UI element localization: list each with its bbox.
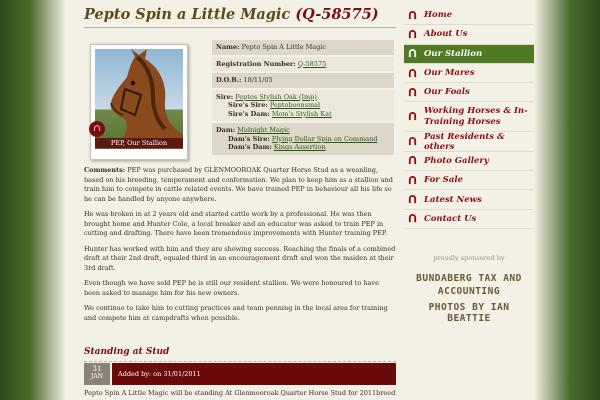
sponsor-box: proudly sponsored by BUNDABERG TAX AND A… [404, 254, 534, 324]
comments-section: Comments: PEP was purchased by GLENMOORO… [84, 166, 396, 329]
photo-credit: PHOTOS BY IAN BEATTIE [428, 302, 510, 324]
horseshoe-icon [408, 137, 417, 146]
nav-item-past-residents[interactable]: Past Residents & others [404, 131, 534, 152]
nav-label: Our Mares [424, 68, 475, 79]
dam-dam-label: Dam's Dam: [228, 143, 272, 151]
detail-dam: Dam: Midnight Magic Dam's Sire: Flying D… [212, 123, 394, 155]
nav-item-our-foals[interactable]: Our Foals [404, 83, 534, 103]
sidebar: Home About Us Our Stallion Our Mares Our… [404, 6, 534, 324]
comments-paragraph: Even though we have sold PEP he is still… [84, 279, 379, 297]
sponsor-caption: proudly sponsored by [433, 254, 505, 262]
nav-item-for-sale[interactable]: For Sale [404, 171, 534, 191]
dam-dam-link[interactable]: Kings Assertion [274, 143, 326, 151]
nav-item-working-horses[interactable]: Working Horses & In-Training Horses [404, 102, 534, 133]
horseshoe-badge-icon: ∩ [89, 121, 105, 137]
main-content: Pepto Spin a Little Magic (Q-58575) PEP,… [84, 0, 396, 400]
dam-sire-label: Dam's Sire: [228, 134, 270, 143]
nav-item-latest-news[interactable]: Latest News [404, 190, 534, 210]
name-label: Name: [216, 43, 240, 51]
horseshoe-icon [408, 175, 417, 184]
horse-head-illustration [110, 49, 183, 149]
sire-sire-label: Sire's Sire: [228, 101, 268, 109]
dob-value: 18/11/05 [243, 76, 273, 84]
sire-sire-link[interactable]: Peptoboonsmal [270, 101, 320, 109]
dam-link[interactable]: Midnight Magic [237, 126, 290, 134]
registration-label: Registration Number: [216, 59, 296, 68]
horse-details: Name: Pepto Spin A Little Magic Registra… [212, 40, 394, 157]
comments-paragraph: He was broken in at 2 years old and star… [84, 210, 388, 237]
dam-label: Dam: [216, 126, 236, 134]
title-divider [84, 27, 396, 28]
sire-link[interactable]: Peptos Stylish Oak (Imp) [235, 93, 317, 101]
horseshoe-icon [408, 30, 417, 39]
date-month: JAN [91, 373, 103, 380]
name-value: Pepto Spin A Little Magic [241, 43, 327, 51]
page: Pepto Spin a Little Magic (Q-58575) PEP,… [66, 0, 534, 400]
nav-item-our-mares[interactable]: Our Mares [404, 64, 534, 84]
sponsor-name[interactable]: BUNDABERG TAX AND ACCOUNTING [404, 272, 534, 298]
detail-registration: Registration Number: Q-58575 [212, 56, 394, 71]
page-title: Pepto Spin a Little Magic (Q-58575) [84, 6, 379, 23]
registration-link[interactable]: Q-58575 [298, 60, 326, 68]
nav-label: Our Foals [424, 87, 470, 98]
comments-label: Comments: [84, 166, 126, 174]
comments-paragraph: Hunter has worked with him and they are … [84, 244, 396, 272]
nav-item-about[interactable]: About Us [404, 25, 534, 45]
dam-sire-link[interactable]: Flying Dollar Spin on Command [272, 135, 378, 143]
horseshoe-icon [408, 214, 417, 223]
date-badge: 31 JAN [84, 363, 110, 385]
nav-label: Contact Us [424, 213, 477, 224]
horseshoe-icon [408, 112, 417, 121]
news-meta: 31 JAN Added by: on 31/01/2011 [84, 363, 396, 385]
nav-item-photo-gallery[interactable]: Photo Gallery [404, 152, 534, 172]
nav-label: Home [424, 10, 453, 21]
nav-label: Photo Gallery [424, 155, 489, 166]
main-nav: Home About Us Our Stallion Our Mares Our… [404, 6, 534, 229]
nav-label: Working Horses & In-Training Horses [424, 105, 528, 127]
news-item: Standing at Stud 31 JAN Added by: on 31/… [84, 347, 396, 397]
nav-label: Past Residents & others [424, 131, 505, 152]
dob-label: D.O.B.: [216, 76, 242, 84]
nav-label: Our Stallion [424, 48, 483, 59]
horseshoe-icon [408, 156, 417, 165]
sire-dam-label: Sire's Dam: [228, 109, 270, 118]
comments-paragraph: Comments: PEP was purchased by GLENMOORO… [84, 166, 396, 204]
photo-caption: PEP, Our Stallion [95, 138, 183, 148]
detail-name: Name: Pepto Spin A Little Magic [212, 40, 394, 55]
nav-item-contact-us[interactable]: Contact Us [404, 210, 534, 229]
registration-code: (Q-58575) [295, 6, 379, 23]
horse-image: PEP, Our Stallion [95, 49, 183, 149]
news-divider [84, 361, 396, 362]
news-heading[interactable]: Standing at Stud [84, 347, 396, 357]
comments-paragraph: We continue to take him to cutting pract… [84, 304, 388, 322]
added-by-bar: Added by: on 31/01/2011 [112, 363, 396, 385]
stallion-photo[interactable]: PEP, Our Stallion ∩ [89, 44, 188, 160]
news-body: Pepto Spin A Little Magic will be standi… [84, 389, 396, 397]
horseshoe-icon [408, 87, 417, 96]
nav-item-home[interactable]: Home [404, 6, 534, 26]
horseshoe-icon [408, 10, 417, 19]
horseshoe-icon [408, 49, 417, 58]
date-day: 31 [92, 365, 102, 373]
sire-dam-link[interactable]: Mom's Stylish Kat [272, 110, 332, 118]
nav-item-our-stallion[interactable]: Our Stallion [404, 44, 534, 64]
nav-label: For Sale [424, 175, 463, 186]
nav-label: About Us [424, 29, 468, 40]
horseshoe-icon [408, 68, 417, 77]
detail-sire: Sire: Peptos Stylish Oak (Imp) Sire's Si… [212, 89, 394, 121]
comments-text: PEP was purchased by GLENMOOROAK Quarter… [84, 166, 393, 203]
nav-label: Latest News [424, 194, 482, 205]
sire-label: Sire: [216, 92, 234, 101]
horse-name: Pepto Spin a Little Magic [84, 6, 291, 23]
horseshoe-icon [408, 195, 417, 204]
detail-dob: D.O.B.: 18/11/05 [212, 73, 394, 88]
